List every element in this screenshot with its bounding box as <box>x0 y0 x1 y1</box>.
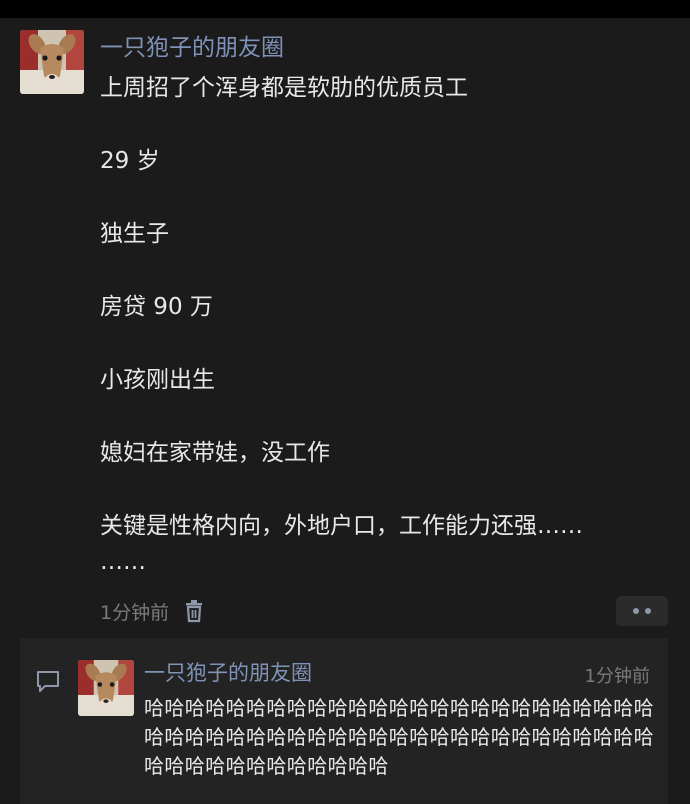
comment-text: 哈哈哈哈哈哈哈哈哈哈哈哈哈哈哈哈哈哈哈哈哈哈哈哈哈哈哈哈哈哈哈哈哈哈哈哈哈哈哈哈… <box>144 696 654 778</box>
post-line: 媳妇在家带娃，没工作 <box>100 440 330 466</box>
comment-avatar[interactable] <box>78 660 134 716</box>
post-line: 独生子 <box>100 221 169 247</box>
post-line: 小孩刚出生 <box>100 367 215 393</box>
post-content: 上周招了个浑身都是软肋的优质员工 29 岁 独生子 房贷 90 万 小孩刚出生 … <box>100 70 675 580</box>
post-line: 关键是性格内向，外地户口，工作能力还强…… <box>100 513 583 539</box>
comment-icon <box>37 671 59 692</box>
dot <box>645 608 651 614</box>
trash-icon[interactable] <box>183 599 205 623</box>
post-line: …… <box>100 549 146 575</box>
status-bar <box>0 0 690 18</box>
comment-section: 一只狍子的朋友圈 1分钟前 哈哈哈哈哈哈哈哈哈哈哈哈哈哈哈哈哈哈哈哈哈哈哈哈哈哈… <box>20 638 668 804</box>
more-dots-icon[interactable] <box>616 596 668 626</box>
deer-avatar-icon <box>78 660 134 716</box>
post-author-name[interactable]: 一只狍子的朋友圈 <box>100 32 284 64</box>
post-meta: 1分钟前 <box>100 596 205 626</box>
dot <box>633 608 639 614</box>
moments-post: 一只狍子的朋友圈 上周招了个浑身都是软肋的优质员工 29 岁 独生子 房贷 90… <box>0 18 690 804</box>
comment-timestamp: 1分钟前 <box>584 666 650 687</box>
post-line: 房贷 90 万 <box>100 294 213 320</box>
post-line: 上周招了个浑身都是软肋的优质员工 <box>100 75 468 101</box>
avatar[interactable] <box>20 30 84 94</box>
post-timestamp: 1分钟前 <box>100 601 170 624</box>
deer-avatar-icon <box>20 30 84 94</box>
comment-author-name[interactable]: 一只狍子的朋友圈 <box>144 658 312 688</box>
post-line: 29 岁 <box>100 148 160 174</box>
